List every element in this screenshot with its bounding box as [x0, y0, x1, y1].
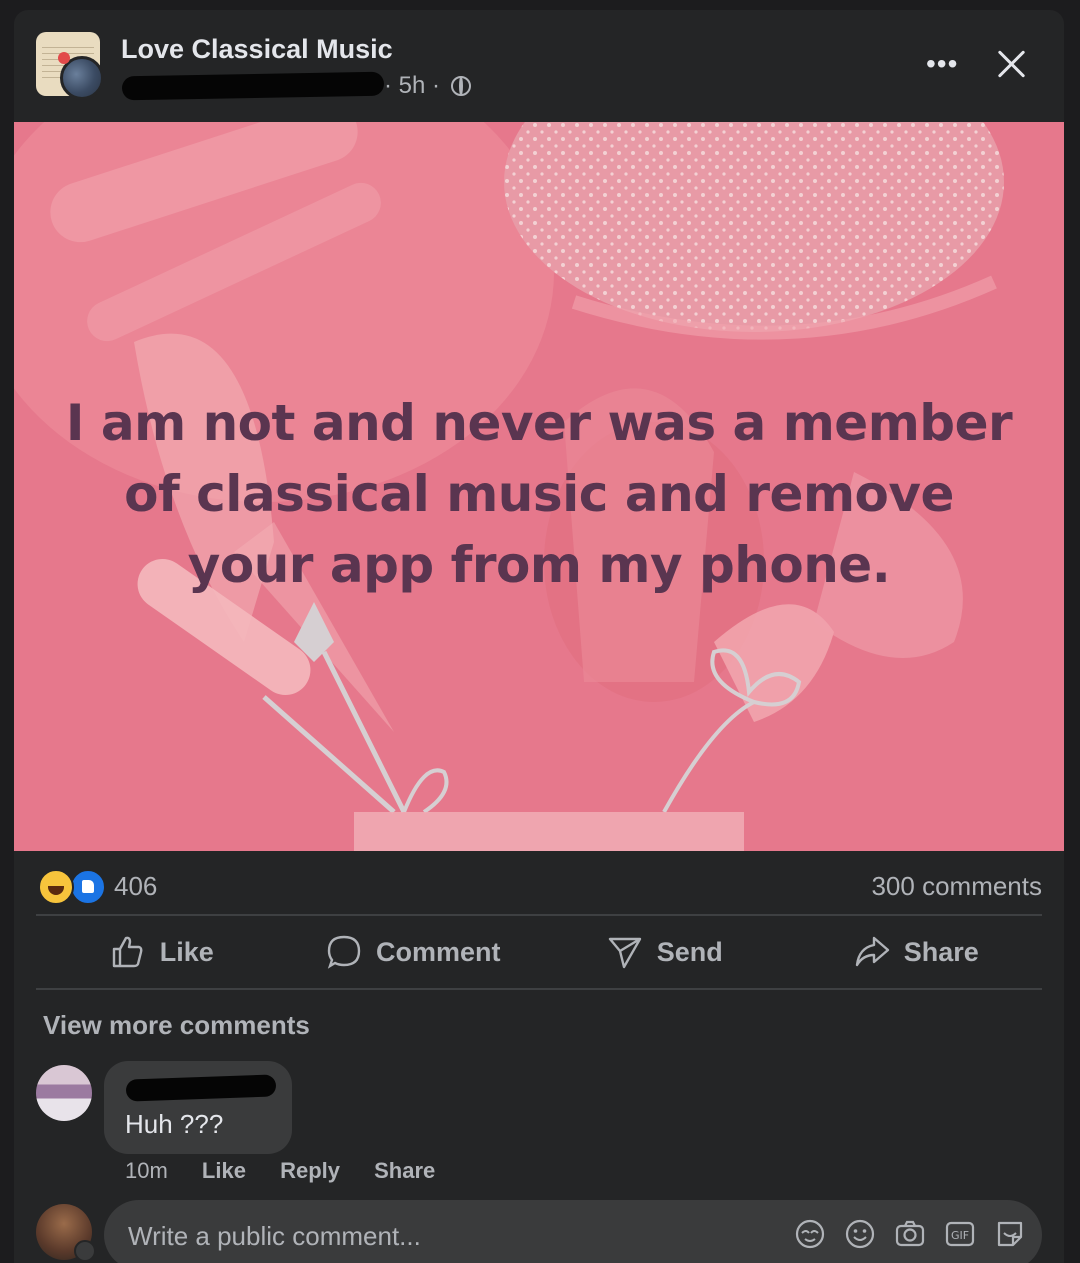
commenter-avatar[interactable] — [36, 1065, 92, 1121]
comment-text: Huh ??? — [125, 1109, 224, 1139]
send-button[interactable]: Send — [539, 917, 791, 987]
comment-composer: GIF — [104, 1200, 1042, 1263]
send-icon — [608, 937, 641, 969]
close-icon[interactable] — [992, 44, 1032, 84]
like-button[interactable]: Like — [36, 917, 288, 987]
post-image[interactable]: I am not and never was a member of class… — [14, 122, 1064, 851]
sticker-icon[interactable] — [994, 1218, 1026, 1250]
post-stats: 406 300 comments — [14, 851, 1064, 915]
post-card: Love Classical Music · 5h · ••• I am not… — [14, 10, 1064, 1263]
comment-like-button[interactable]: Like — [202, 1158, 246, 1183]
comment-count[interactable]: 300 comments — [871, 871, 1042, 902]
comment-bubble: Huh ??? — [104, 1061, 292, 1154]
my-avatar[interactable] — [36, 1204, 96, 1262]
emoji-icon[interactable] — [844, 1218, 876, 1250]
comment-button[interactable]: Comment — [288, 917, 540, 987]
post-time[interactable]: · 5h · — [384, 72, 440, 99]
post-header: Love Classical Music · 5h · ••• — [14, 10, 1064, 122]
stats-divider — [36, 914, 1042, 916]
post-meta: · 5h · — [384, 72, 471, 100]
share-button[interactable]: Share — [791, 917, 1043, 987]
comment-label: Comment — [375, 936, 501, 967]
post-text: I am not and never was a member of class… — [65, 394, 1013, 594]
view-more-comments[interactable]: View more comments — [43, 1010, 310, 1041]
action-bar: Like Comment Send Share — [36, 917, 1042, 987]
comment-input[interactable] — [126, 1200, 770, 1263]
share-arrow-icon — [855, 936, 889, 967]
actions-divider — [36, 988, 1042, 990]
like-label: Like — [159, 936, 214, 967]
send-label: Send — [656, 936, 723, 967]
chevron-down-icon[interactable] — [74, 1240, 96, 1262]
comment-reply-button[interactable]: Reply — [280, 1158, 340, 1183]
svg-text:GIF: GIF — [951, 1229, 969, 1242]
composer-icons: GIF — [776, 1218, 1026, 1250]
haha-reaction-icon[interactable] — [38, 869, 74, 905]
redacted-poster-name — [121, 71, 385, 101]
redacted-commenter-name — [125, 1074, 277, 1102]
share-label: Share — [903, 936, 979, 967]
comment-actions: 10m Like Reply Share — [125, 1158, 463, 1184]
camera-icon[interactable] — [894, 1218, 926, 1250]
gif-icon[interactable]: GIF — [944, 1218, 976, 1250]
more-icon[interactable]: ••• — [926, 50, 966, 78]
comment-share-button[interactable]: Share — [374, 1158, 435, 1183]
thumbs-up-icon — [112, 936, 143, 968]
comment-bubble-icon — [327, 935, 361, 969]
like-reaction-icon[interactable] — [70, 869, 106, 905]
heart-badge-icon — [58, 52, 70, 64]
reaction-count[interactable]: 406 — [114, 871, 157, 902]
group-name[interactable]: Love Classical Music — [121, 34, 393, 65]
comment-time[interactable]: 10m — [125, 1158, 168, 1183]
globe-icon — [450, 76, 471, 96]
avatar-sticker-icon[interactable] — [794, 1218, 826, 1250]
